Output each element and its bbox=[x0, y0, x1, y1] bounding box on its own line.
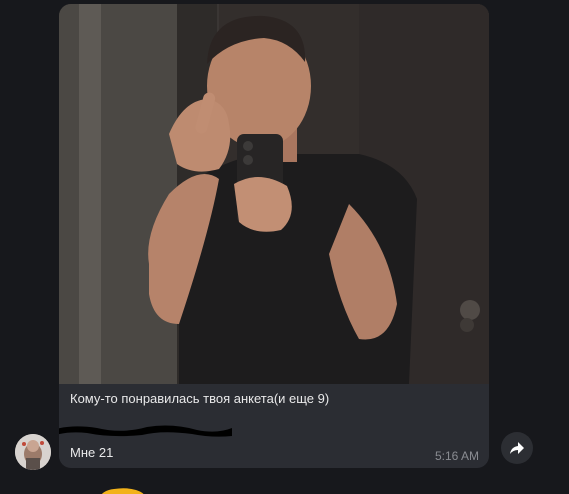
redaction-scribble bbox=[59, 425, 232, 437]
forward-arrow-icon bbox=[510, 442, 524, 454]
user-avatar[interactable] bbox=[15, 434, 51, 470]
message-bubble[interactable]: Кому-то понравилась твоя анкета(и еще 9)… bbox=[59, 4, 489, 468]
avatar-image bbox=[15, 434, 51, 470]
mirror-selfie-image bbox=[59, 4, 489, 384]
message-photo[interactable] bbox=[59, 4, 489, 384]
forward-button[interactable] bbox=[501, 432, 533, 464]
message-timestamp: 5:16 AM bbox=[434, 449, 479, 463]
chat-area: Кому-то понравилась твоя анкета(и еще 9)… bbox=[0, 0, 569, 494]
caption-line-3: Мне 21 bbox=[70, 445, 114, 460]
sticker-preview bbox=[101, 488, 144, 494]
caption-line-1: Кому-то понравилась твоя анкета(и еще 9) bbox=[70, 391, 330, 406]
